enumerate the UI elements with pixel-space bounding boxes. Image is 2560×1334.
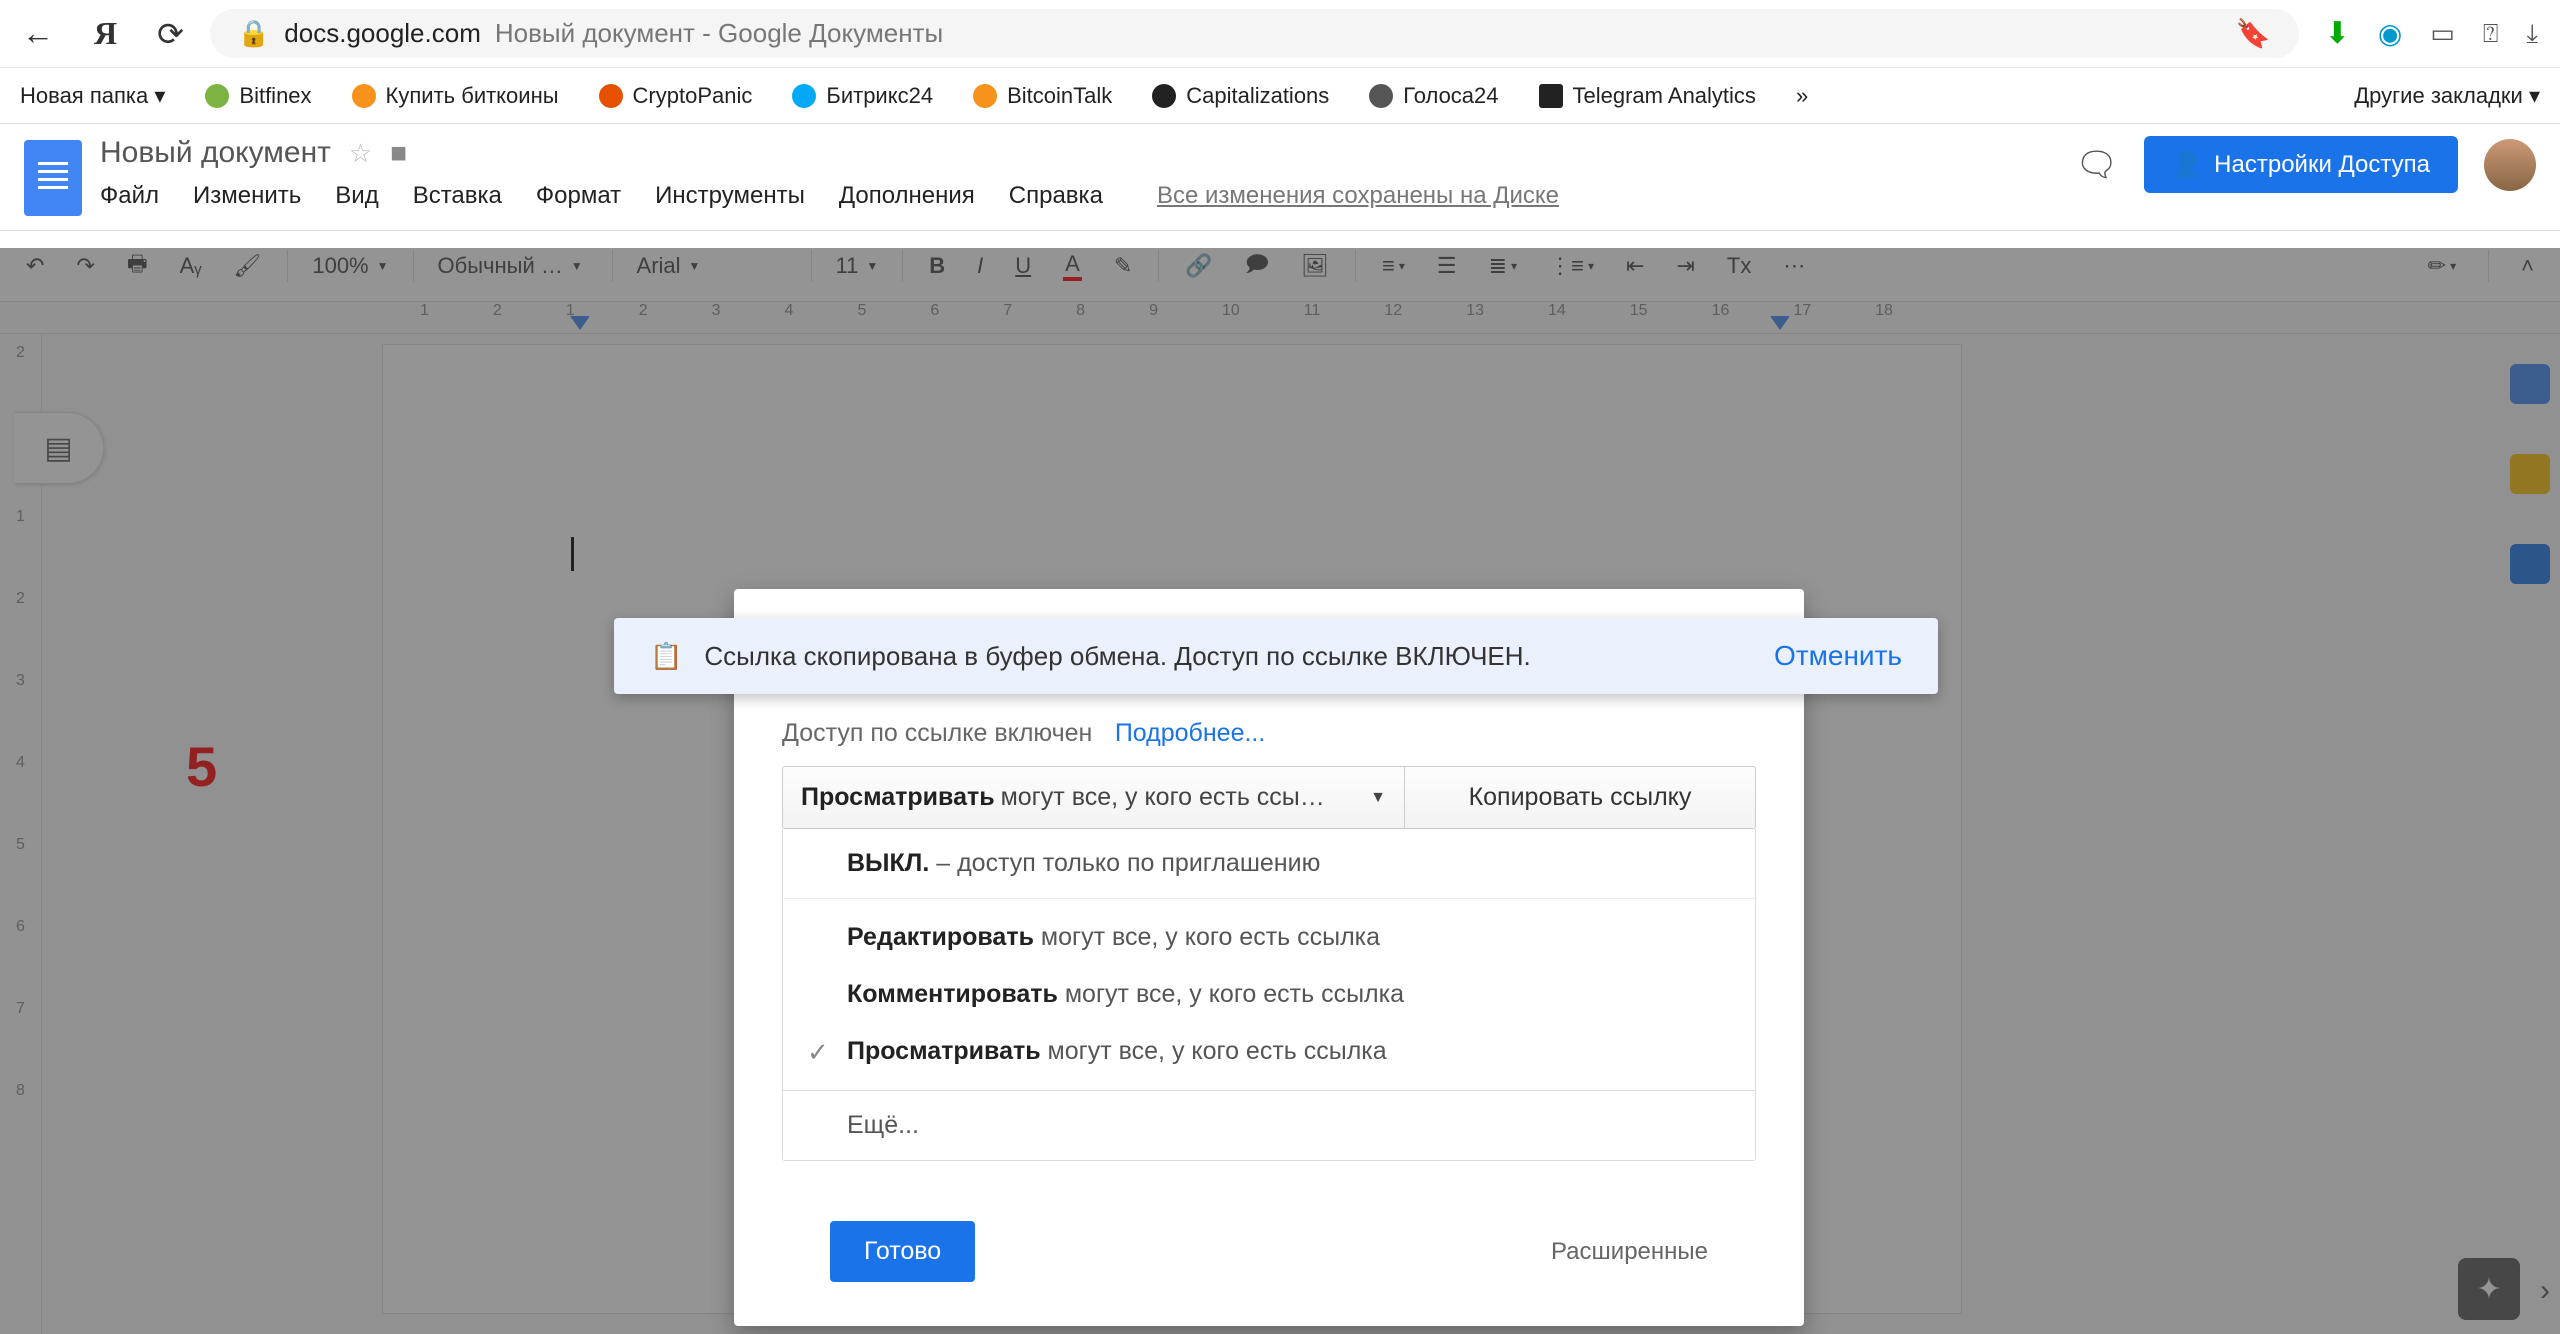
permission-options: ВЫКЛ. – доступ только по приглашению Ред… <box>782 829 1756 1161</box>
done-button[interactable]: Готово <box>830 1221 975 1282</box>
menu-format[interactable]: Формат <box>536 182 621 210</box>
comments-icon[interactable]: 🗨 <box>2075 145 2118 185</box>
bookmark-folder[interactable]: Новая папка ▾ <box>20 83 165 109</box>
bookmark-item[interactable]: CryptoPanic <box>599 83 753 109</box>
other-bookmarks[interactable]: Другие закладки ▾ <box>2354 83 2540 109</box>
download-icon[interactable]: ⬇ <box>2325 16 2350 51</box>
docs-header: Новый документ ☆ ■ Файл Изменить Вид Вст… <box>0 124 2560 216</box>
nav-back-icon[interactable]: ← <box>22 15 54 52</box>
browser-address-bar: ← Я ⟳ 🔒 docs.google.com Новый документ -… <box>0 0 2560 68</box>
share-button-label: Настройки Доступа <box>2214 151 2430 179</box>
bookmark-page-icon[interactable]: 🔖 <box>2236 17 2271 50</box>
menu-file[interactable]: Файл <box>100 182 159 210</box>
extension-icon[interactable]: ⍰ <box>2483 18 2499 50</box>
account-avatar[interactable] <box>2484 139 2536 191</box>
menu-addons[interactable]: Дополнения <box>839 182 975 210</box>
toast-undo-button[interactable]: Отменить <box>1774 640 1902 672</box>
battery-icon: ▭ <box>2430 18 2455 49</box>
option-comment[interactable]: Комментировать могут все, у кого есть сс… <box>783 966 1755 1023</box>
lock-open-icon: 👤 <box>2172 150 2202 179</box>
option-more[interactable]: Ещё... <box>783 1091 1755 1160</box>
bookmarks-bar: Новая папка ▾ Bitfinex Купить биткоины C… <box>0 68 2560 124</box>
star-icon[interactable]: ☆ <box>349 138 372 169</box>
address-title: Новый документ - Google Документы <box>495 18 943 49</box>
address-host: docs.google.com <box>284 18 481 49</box>
bookmark-item[interactable]: BitcoinTalk <box>973 83 1112 109</box>
docs-logo-icon[interactable] <box>24 140 82 216</box>
menu-insert[interactable]: Вставка <box>413 182 502 210</box>
save-status[interactable]: Все изменения сохранены на Диске <box>1157 182 1559 210</box>
menu-view[interactable]: Вид <box>335 182 378 210</box>
copy-link-button[interactable]: Копировать ссылку <box>1405 767 1755 828</box>
advanced-link[interactable]: Расширенные <box>1551 1238 1708 1266</box>
permission-dropdown[interactable]: Просматривать могут все, у кого есть ссы… <box>783 767 1405 828</box>
bookmark-item[interactable]: Битрикс24 <box>792 83 933 109</box>
bookmark-item[interactable]: Capitalizations <box>1152 83 1329 109</box>
chevron-down-icon: ▼ <box>1370 789 1386 807</box>
share-dialog: Доступ по ссылке включен Подробнее... Пр… <box>734 589 1804 1326</box>
bookmarks-overflow[interactable]: » <box>1796 83 1808 109</box>
link-copied-toast: 📋 Ссылка скопирована в буфер обмена. Дос… <box>614 618 1938 694</box>
menu-tools[interactable]: Инструменты <box>655 182 805 210</box>
bookmark-item[interactable]: Telegram Analytics <box>1539 83 1756 109</box>
permission-dropdown-rest: могут все, у кого есть ссы… <box>1001 783 1325 812</box>
bookmark-item[interactable]: Голоса24 <box>1369 83 1498 109</box>
option-edit[interactable]: Редактировать могут все, у кого есть ссы… <box>783 909 1755 966</box>
link-sharing-status: Доступ по ссылке включен <box>782 719 1092 748</box>
yandex-logo-icon[interactable]: Я <box>94 15 117 52</box>
option-off[interactable]: ВЫКЛ. – доступ только по приглашению <box>783 829 1755 899</box>
menu-help[interactable]: Справка <box>1009 182 1103 210</box>
clipboard-icon: 📋 <box>650 641 682 672</box>
bookmark-item[interactable]: Bitfinex <box>205 83 311 109</box>
share-button[interactable]: 👤 Настройки Доступа <box>2144 136 2458 193</box>
menu-edit[interactable]: Изменить <box>193 182 301 210</box>
learn-more-link[interactable]: Подробнее... <box>1115 719 1266 747</box>
reload-icon[interactable]: ⟳ <box>157 15 184 53</box>
address-field[interactable]: 🔒 docs.google.com Новый документ - Googl… <box>210 9 2299 58</box>
lock-icon: 🔒 <box>238 18 270 49</box>
docs-menu-bar: Файл Изменить Вид Вставка Формат Инструм… <box>100 182 2057 210</box>
toast-message: Ссылка скопирована в буфер обмена. Досту… <box>704 641 1530 672</box>
option-view[interactable]: Просматривать могут все, у кого есть ссы… <box>783 1023 1755 1080</box>
document-title[interactable]: Новый документ <box>100 136 331 170</box>
ext-bookmark-icon[interactable]: ◉ <box>2378 17 2402 50</box>
bookmark-item[interactable]: Купить биткоины <box>352 83 559 109</box>
move-folder-icon[interactable]: ■ <box>390 137 407 169</box>
permission-dropdown-bold: Просматривать <box>801 783 995 812</box>
downloads-tray-icon[interactable]: ⤓ <box>2527 18 2539 50</box>
